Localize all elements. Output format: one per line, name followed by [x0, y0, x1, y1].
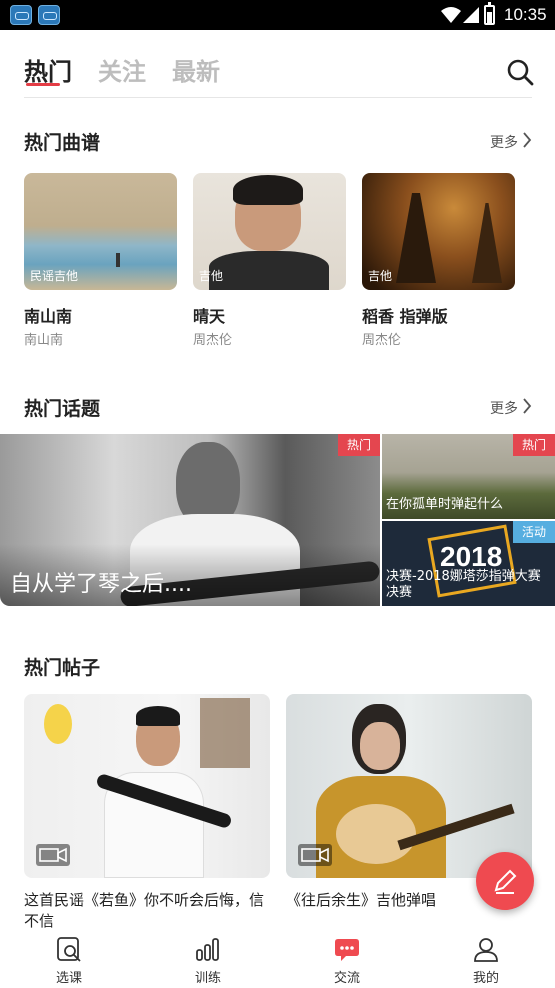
nav-label: 选课: [55, 971, 82, 986]
nav-profile[interactable]: 我的: [446, 930, 526, 988]
tab-hot[interactable]: 热门: [24, 52, 72, 87]
more-scores-link[interactable]: 更多: [490, 132, 518, 152]
score-artist: 周杰伦: [193, 333, 233, 348]
score-tag: 民谣吉他: [30, 269, 79, 283]
topic-title: 自从学了琴之后....: [10, 572, 192, 597]
nav-course[interactable]: 选课: [29, 930, 109, 988]
chat-icon: [335, 939, 359, 961]
score-thumbnail: 民谣吉他: [24, 173, 177, 290]
training-icon: [196, 938, 219, 961]
more-topics-link[interactable]: 更多: [490, 398, 518, 418]
tab-follow[interactable]: 关注: [98, 52, 146, 87]
topic-title: 在你孤单时弹起什么: [386, 497, 504, 512]
score-tag: 吉他: [199, 269, 224, 283]
score-name: 南山南: [24, 307, 73, 326]
score-artist: 南山南: [24, 333, 64, 348]
status-bar: 10:35: [0, 0, 555, 30]
nav-chat[interactable]: 交流: [307, 930, 387, 988]
divider: [24, 97, 532, 98]
score-thumbnail: 吉他: [193, 173, 346, 290]
edit-icon: [494, 869, 517, 894]
score-name: 稻香 指弹版: [362, 307, 448, 326]
post-thumbnail: [286, 694, 532, 878]
compose-button[interactable]: [476, 852, 534, 910]
featured-topic-card[interactable]: 热门 自从学了琴之后....: [0, 434, 380, 606]
profile-icon: [474, 938, 498, 962]
section-title-hot-topics: 热门话题: [24, 398, 101, 420]
active-tab-indicator: [26, 83, 60, 86]
topic-card[interactable]: 热门 在你孤单时弹起什么: [382, 434, 555, 519]
nav-label: 我的: [472, 971, 499, 986]
app-notification-icon: [10, 5, 32, 25]
app-notification-icon: [38, 5, 60, 25]
status-time: 10:35: [504, 5, 547, 24]
hot-badge: 热门: [512, 434, 555, 456]
video-icon: [36, 844, 70, 866]
bottom-navigation: 选课 训练 交流 我的: [0, 930, 555, 988]
chevron-right-icon[interactable]: [522, 398, 532, 414]
course-icon: [57, 937, 81, 962]
post-thumbnail: [24, 694, 270, 878]
battery-icon: [484, 2, 495, 25]
nav-label: 交流: [333, 971, 360, 986]
nav-label: 训练: [194, 971, 221, 986]
post-title: 这首民谣《若鱼》你不听会后悔，信不信: [24, 891, 265, 930]
tab-latest[interactable]: 最新: [172, 52, 220, 87]
chevron-right-icon[interactable]: [522, 132, 532, 148]
topic-card[interactable]: 2018 活动 决赛-2018娜塔莎指弹大赛决赛: [382, 521, 555, 606]
score-name: 晴天: [193, 307, 226, 326]
search-icon[interactable]: [506, 58, 534, 86]
score-thumbnail: 吉他: [362, 173, 515, 290]
nav-training[interactable]: 训练: [168, 930, 248, 988]
wifi-icon: [441, 7, 461, 23]
score-tag: 吉他: [368, 269, 393, 283]
hot-badge: 热门: [337, 434, 380, 456]
section-title-hot-posts: 热门帖子: [24, 657, 101, 679]
signal-icon: [463, 7, 479, 23]
score-artist: 周杰伦: [362, 333, 402, 348]
section-title-hot-scores: 热门曲谱: [24, 132, 101, 154]
video-icon: [298, 844, 332, 866]
event-badge: 活动: [512, 521, 555, 543]
topic-title: 决赛-2018娜塔莎指弹大赛决赛: [386, 569, 541, 600]
